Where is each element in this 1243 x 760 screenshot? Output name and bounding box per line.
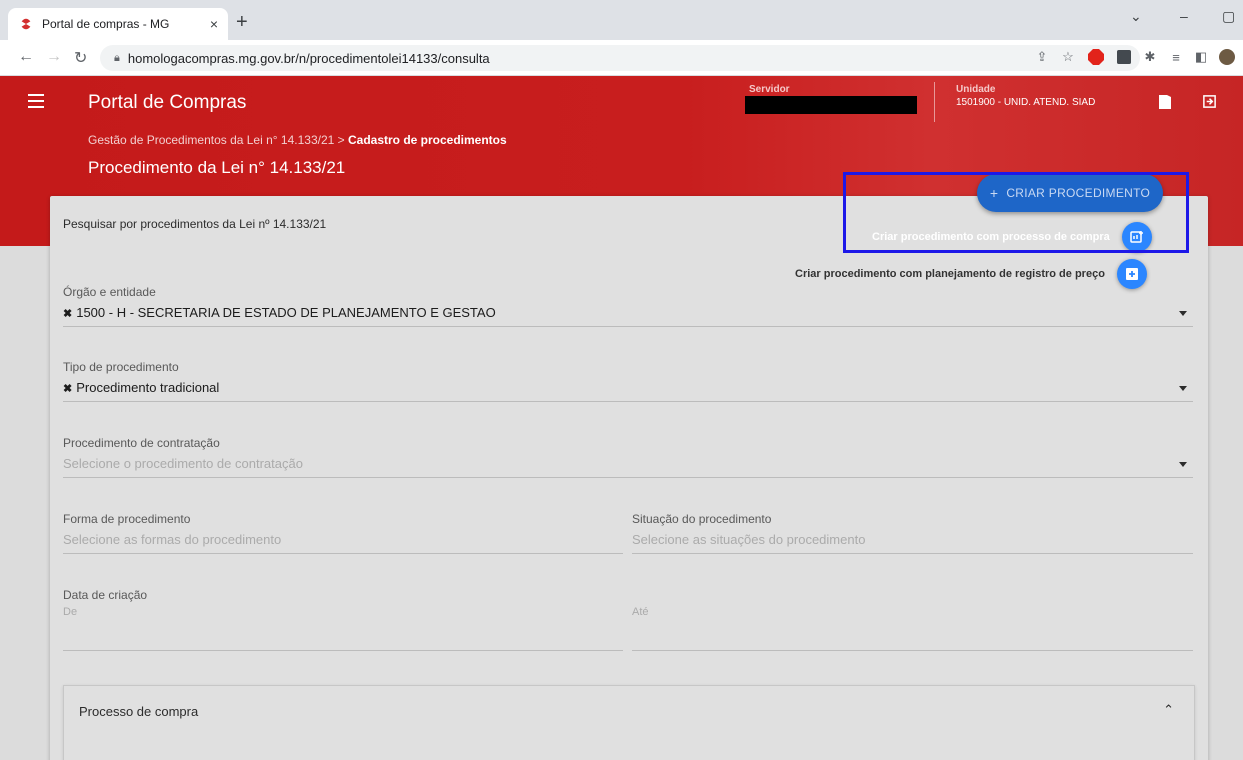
dropdown-caret-icon[interactable]	[1179, 386, 1187, 391]
page-title: Procedimento da Lei n° 14.133/21	[88, 158, 346, 177]
reload-icon[interactable]: ↻	[74, 48, 87, 68]
minimize-icon[interactable]: –	[1180, 8, 1188, 24]
orgao-select[interactable]: Órgão e entidade ✖ 1500 - H - SECRETARIA …	[63, 285, 1193, 327]
browser-tab[interactable]: Portal de compras - MG ×	[8, 8, 228, 40]
data-criacao-label: Data de criação	[63, 588, 148, 602]
tipo-label: Tipo de procedimento	[63, 360, 179, 374]
breadcrumb-parent[interactable]: Gestão de Procedimentos da Lei n° 14.133…	[88, 133, 348, 147]
breadcrumb-current: Cadastro de procedimentos	[347, 133, 507, 147]
share-icon[interactable]: ⇪	[1034, 49, 1050, 65]
server-name-redacted	[745, 96, 917, 114]
dropdown-caret-icon[interactable]	[1179, 462, 1187, 467]
dropdown-caret-icon[interactable]	[1179, 311, 1187, 316]
situacao-placeholder: Selecione as situações do procedimento	[632, 532, 866, 547]
situacao-label: Situação do procedimento	[632, 512, 772, 526]
option-registro-preco-label[interactable]: Criar procedimento com planejamento de r…	[795, 268, 1105, 280]
remove-chip-icon[interactable]: ✖	[63, 308, 72, 320]
tipo-value: Procedimento tradicional	[76, 380, 220, 395]
breadcrumb: Gestão de Procedimentos da Lei n° 14.133…	[88, 133, 507, 147]
app-title[interactable]: Portal de Compras	[88, 92, 246, 114]
app-viewport: Portal de Compras Servidor Unidade 15019…	[0, 76, 1243, 760]
contratacao-label: Procedimento de contratação	[63, 436, 220, 450]
add-box-icon[interactable]	[1116, 259, 1147, 289]
forma-placeholder: Selecione as formas do procedimento	[63, 532, 282, 547]
tipo-select[interactable]: Tipo de procedimento ✖ Procedimento tradi…	[63, 360, 1193, 402]
server-label: Servidor	[749, 84, 790, 95]
menu-icon[interactable]	[28, 94, 44, 108]
star-icon[interactable]: ☆	[1060, 49, 1076, 65]
option-registro-preco[interactable]: Criar procedimento com planejamento de r…	[795, 259, 1147, 289]
tab-title: Portal de compras - MG	[42, 17, 170, 31]
search-title: Pesquisar por procedimentos da Lei nº 14…	[63, 217, 327, 231]
contratacao-placeholder: Selecione o procedimento de contratação	[63, 456, 303, 471]
logout-icon[interactable]	[1202, 94, 1216, 110]
date-from-input[interactable]: De	[63, 606, 623, 651]
situacao-select[interactable]: Situação do procedimento Selecione as si…	[632, 512, 1193, 554]
door-icon[interactable]	[1158, 94, 1172, 110]
restore-icon[interactable]: ▢	[1222, 8, 1235, 25]
browser-toolbar: ← → ↻ 🔒︎ homologacompras.mg.gov.br/n/pro…	[0, 40, 1243, 76]
panel-title: Processo de compra	[79, 704, 199, 719]
profile-avatar[interactable]	[1219, 49, 1235, 65]
unit-value: 1501900 - UNID. ATEND. SIAD	[956, 97, 1096, 108]
chevron-up-icon[interactable]: ⌃	[1163, 702, 1174, 718]
selenium-icon[interactable]	[1116, 49, 1132, 65]
date-to-placeholder: Até	[632, 606, 649, 618]
header-divider	[934, 82, 935, 122]
puzzle-icon[interactable]: ✱	[1142, 49, 1158, 65]
tab-close-icon[interactable]: ×	[210, 16, 218, 32]
sidepanel-icon[interactable]: ◧	[1193, 49, 1209, 65]
back-icon[interactable]: ←	[18, 48, 34, 66]
contratacao-select[interactable]: Procedimento de contratação Selecione o …	[63, 436, 1193, 478]
annotation-highlight-box	[843, 172, 1189, 253]
lock-icon: 🔒︎	[114, 51, 120, 64]
forma-label: Forma de procedimento	[63, 512, 191, 526]
browser-tabstrip: Portal de compras - MG × + ⌄ – ▢	[0, 0, 1243, 40]
tab-search-chevron-icon[interactable]: ⌄	[1130, 8, 1142, 25]
remove-chip-icon[interactable]: ✖	[63, 383, 72, 395]
url-text: homologacompras.mg.gov.br/n/procedimento…	[127, 50, 490, 66]
forward-icon[interactable]: →	[46, 48, 62, 66]
forma-select[interactable]: Forma de procedimento Selecione as forma…	[63, 512, 623, 554]
site-favicon-icon	[18, 16, 34, 32]
date-from-placeholder: De	[63, 606, 78, 618]
orgao-value: 1500 - H - SECRETARIA DE ESTADO DE PLANE…	[76, 305, 496, 320]
adblock-icon[interactable]	[1088, 49, 1104, 65]
new-tab-button[interactable]: +	[236, 10, 248, 34]
reading-list-icon[interactable]: ≡	[1168, 49, 1184, 65]
processo-compra-panel[interactable]: Processo de compra ⌃	[63, 685, 1195, 760]
unit-label: Unidade	[956, 84, 996, 95]
date-to-input[interactable]: Até	[632, 606, 1193, 651]
address-bar[interactable]: 🔒︎ homologacompras.mg.gov.br/n/procedime…	[100, 45, 1140, 71]
